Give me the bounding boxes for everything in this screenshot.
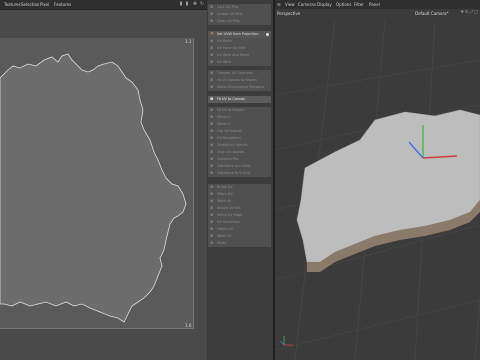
command-label: Fit UV to Region bbox=[217, 108, 245, 112]
command-button[interactable]: ▪ Show Overlapping Polygons bbox=[208, 84, 271, 91]
command-icon: ▪ bbox=[210, 121, 214, 127]
command-label: Distribute to V Grid bbox=[217, 171, 250, 175]
command-button[interactable]: ▪ Clear UV Pins bbox=[208, 18, 271, 25]
command-button[interactable]: ▪ Stitch UV bbox=[208, 191, 271, 198]
command-icon: ▪ bbox=[210, 4, 214, 10]
command-label: Weld UV bbox=[217, 234, 232, 238]
command-button[interactable]: ▪ Lock UV Pins bbox=[208, 4, 271, 11]
command-label: Fit UV Islands to Region bbox=[217, 78, 257, 82]
command-button[interactable]: ▪ Fit UV to Canvas bbox=[208, 96, 271, 103]
command-icon: ▪ bbox=[210, 135, 214, 141]
command-button[interactable]: ▪ Relax bbox=[208, 240, 271, 247]
command-icon: ▪ bbox=[210, 184, 214, 190]
command-label: Clear UV Pins bbox=[217, 19, 240, 23]
command-icon: ▪ bbox=[210, 163, 214, 169]
uv-island-shape[interactable] bbox=[0, 0, 207, 360]
command-button[interactable]: ▪ UV Mesh on Grid bbox=[208, 45, 271, 52]
command-button[interactable]: ✕ Set UVW from Projection bbox=[208, 31, 271, 38]
command-icon: ▪ bbox=[210, 11, 214, 17]
command-label: Mirror U bbox=[217, 115, 231, 119]
command-label: UV Mesh on Grid bbox=[217, 46, 246, 50]
command-button[interactable]: ▪ Weld UV bbox=[208, 198, 271, 205]
command-label: Flip UV Islands bbox=[217, 129, 242, 133]
command-label: Weld UV bbox=[217, 199, 232, 203]
command-button[interactable]: ▪ Straighten Islands bbox=[208, 142, 271, 149]
command-button[interactable]: ▪ Stitch UV Edge bbox=[208, 212, 271, 219]
command-icon: ▪ bbox=[210, 170, 214, 176]
command-button[interactable]: ▪ Unlock UV Pins bbox=[208, 11, 271, 18]
command-button[interactable]: ▪ Transfer UV Selection bbox=[208, 70, 271, 77]
command-label: Stitch UV bbox=[217, 192, 233, 196]
command-icon: ▪ bbox=[210, 84, 214, 90]
command-icon: ▪ bbox=[210, 205, 214, 211]
command-icon: ▪ bbox=[210, 96, 214, 102]
command-label: UV Smoothen bbox=[217, 220, 241, 224]
command-icon: ▪ bbox=[210, 156, 214, 162]
command-button[interactable]: ▪ Weld UV bbox=[208, 233, 271, 240]
command-icon: ▪ bbox=[210, 107, 214, 113]
command-label: Break UV bbox=[217, 185, 233, 189]
command-label: Lock UV Pins bbox=[217, 5, 239, 9]
command-label: Relax bbox=[217, 241, 227, 245]
command-icon: ▪ bbox=[210, 240, 214, 246]
command-button[interactable]: ▪ Flip UV Islands bbox=[208, 128, 271, 135]
command-icon: ▪ bbox=[210, 18, 214, 24]
command-icon: ▪ bbox=[210, 219, 214, 225]
command-icon: ▪ bbox=[210, 128, 214, 134]
command-label: Match UV bbox=[217, 227, 234, 231]
command-button[interactable]: ▪ UV Weld and Relax bbox=[208, 52, 271, 59]
command-icon: ▪ bbox=[210, 142, 214, 148]
command-label: Attach UV Sel. bbox=[217, 206, 242, 210]
command-icon: ▪ bbox=[210, 77, 214, 83]
command-button[interactable]: ▪ Break UV bbox=[208, 184, 271, 191]
command-icon: ▪ bbox=[210, 226, 214, 232]
command-label: Set UVW from Projection bbox=[217, 32, 259, 36]
viewport-scene[interactable] bbox=[275, 0, 480, 360]
uv-editor-panel: Textures Selection Pixel Features ▮ ▮ ✥ … bbox=[0, 0, 207, 360]
command-label: UV Relax bbox=[217, 39, 233, 43]
command-button[interactable]: ▪ Mirror V bbox=[208, 121, 271, 128]
uv-commands-panel: ▪ Lock UV Pins ▪ Unlock UV Pins ▪ Clear UV Pi… bbox=[207, 0, 273, 360]
command-icon: ▪ bbox=[210, 45, 214, 51]
command-icon: ▪ bbox=[210, 38, 214, 44]
command-label: Transfer UV Selection bbox=[217, 71, 254, 75]
command-icon: ▪ bbox=[210, 212, 214, 218]
command-icon: ✕ bbox=[210, 31, 215, 37]
command-button[interactable]: ▪ Distribute to U Grid bbox=[208, 163, 271, 170]
command-label: UV Weld and Relax bbox=[217, 53, 250, 57]
command-label: Stitch UV Edge bbox=[217, 213, 243, 217]
command-button[interactable]: ▪ Fit UV to Region bbox=[208, 107, 271, 114]
command-button[interactable]: ▪ Fit UV Islands to Region bbox=[208, 77, 271, 84]
command-button[interactable]: ▪ Combine Pts bbox=[208, 156, 271, 163]
command-icon: ▪ bbox=[210, 114, 214, 120]
command-label: Combine Pts bbox=[217, 157, 239, 161]
command-icon: ▪ bbox=[210, 198, 214, 204]
command-label: Unlock UV Pins bbox=[217, 12, 243, 16]
command-button[interactable]: ▪ UV Relax bbox=[208, 38, 271, 45]
command-icon: ▪ bbox=[210, 149, 214, 155]
command-label: UV Weld bbox=[217, 60, 232, 64]
command-icon: ▪ bbox=[210, 52, 214, 58]
command-label: Show Overlapping Polygons bbox=[217, 85, 265, 89]
command-button[interactable]: ▪ Distribute to V Grid bbox=[208, 170, 271, 177]
command-label: Fit UV to Canvas bbox=[217, 97, 245, 101]
command-label: Mirror V bbox=[217, 122, 231, 126]
command-button[interactable]: ▪ Match UV bbox=[208, 226, 271, 233]
command-button[interactable]: ▪ Mirror U bbox=[208, 114, 271, 121]
command-button[interactable]: ▪ Attach UV Sel. bbox=[208, 205, 271, 212]
command-icon: ▪ bbox=[210, 191, 214, 197]
command-button[interactable]: ▪ Align UV Islands bbox=[208, 149, 271, 156]
command-button[interactable]: ▪ UV Straighten bbox=[208, 135, 271, 142]
command-button[interactable]: ▪ UV Smoothen bbox=[208, 219, 271, 226]
command-icon: ▪ bbox=[210, 233, 214, 239]
command-label: UV Straighten bbox=[217, 136, 241, 140]
command-icon: ▪ bbox=[210, 59, 214, 65]
command-label: Straighten Islands bbox=[217, 143, 248, 147]
command-label: Distribute to U Grid bbox=[217, 164, 250, 168]
command-label: Align UV Islands bbox=[217, 150, 245, 154]
options-dot-icon[interactable] bbox=[266, 33, 269, 36]
viewport-panel: ☰ View Cameras Display Options Filter Pa… bbox=[275, 0, 480, 360]
command-icon: ▪ bbox=[210, 70, 214, 76]
command-button[interactable]: ▪ UV Weld bbox=[208, 59, 271, 66]
